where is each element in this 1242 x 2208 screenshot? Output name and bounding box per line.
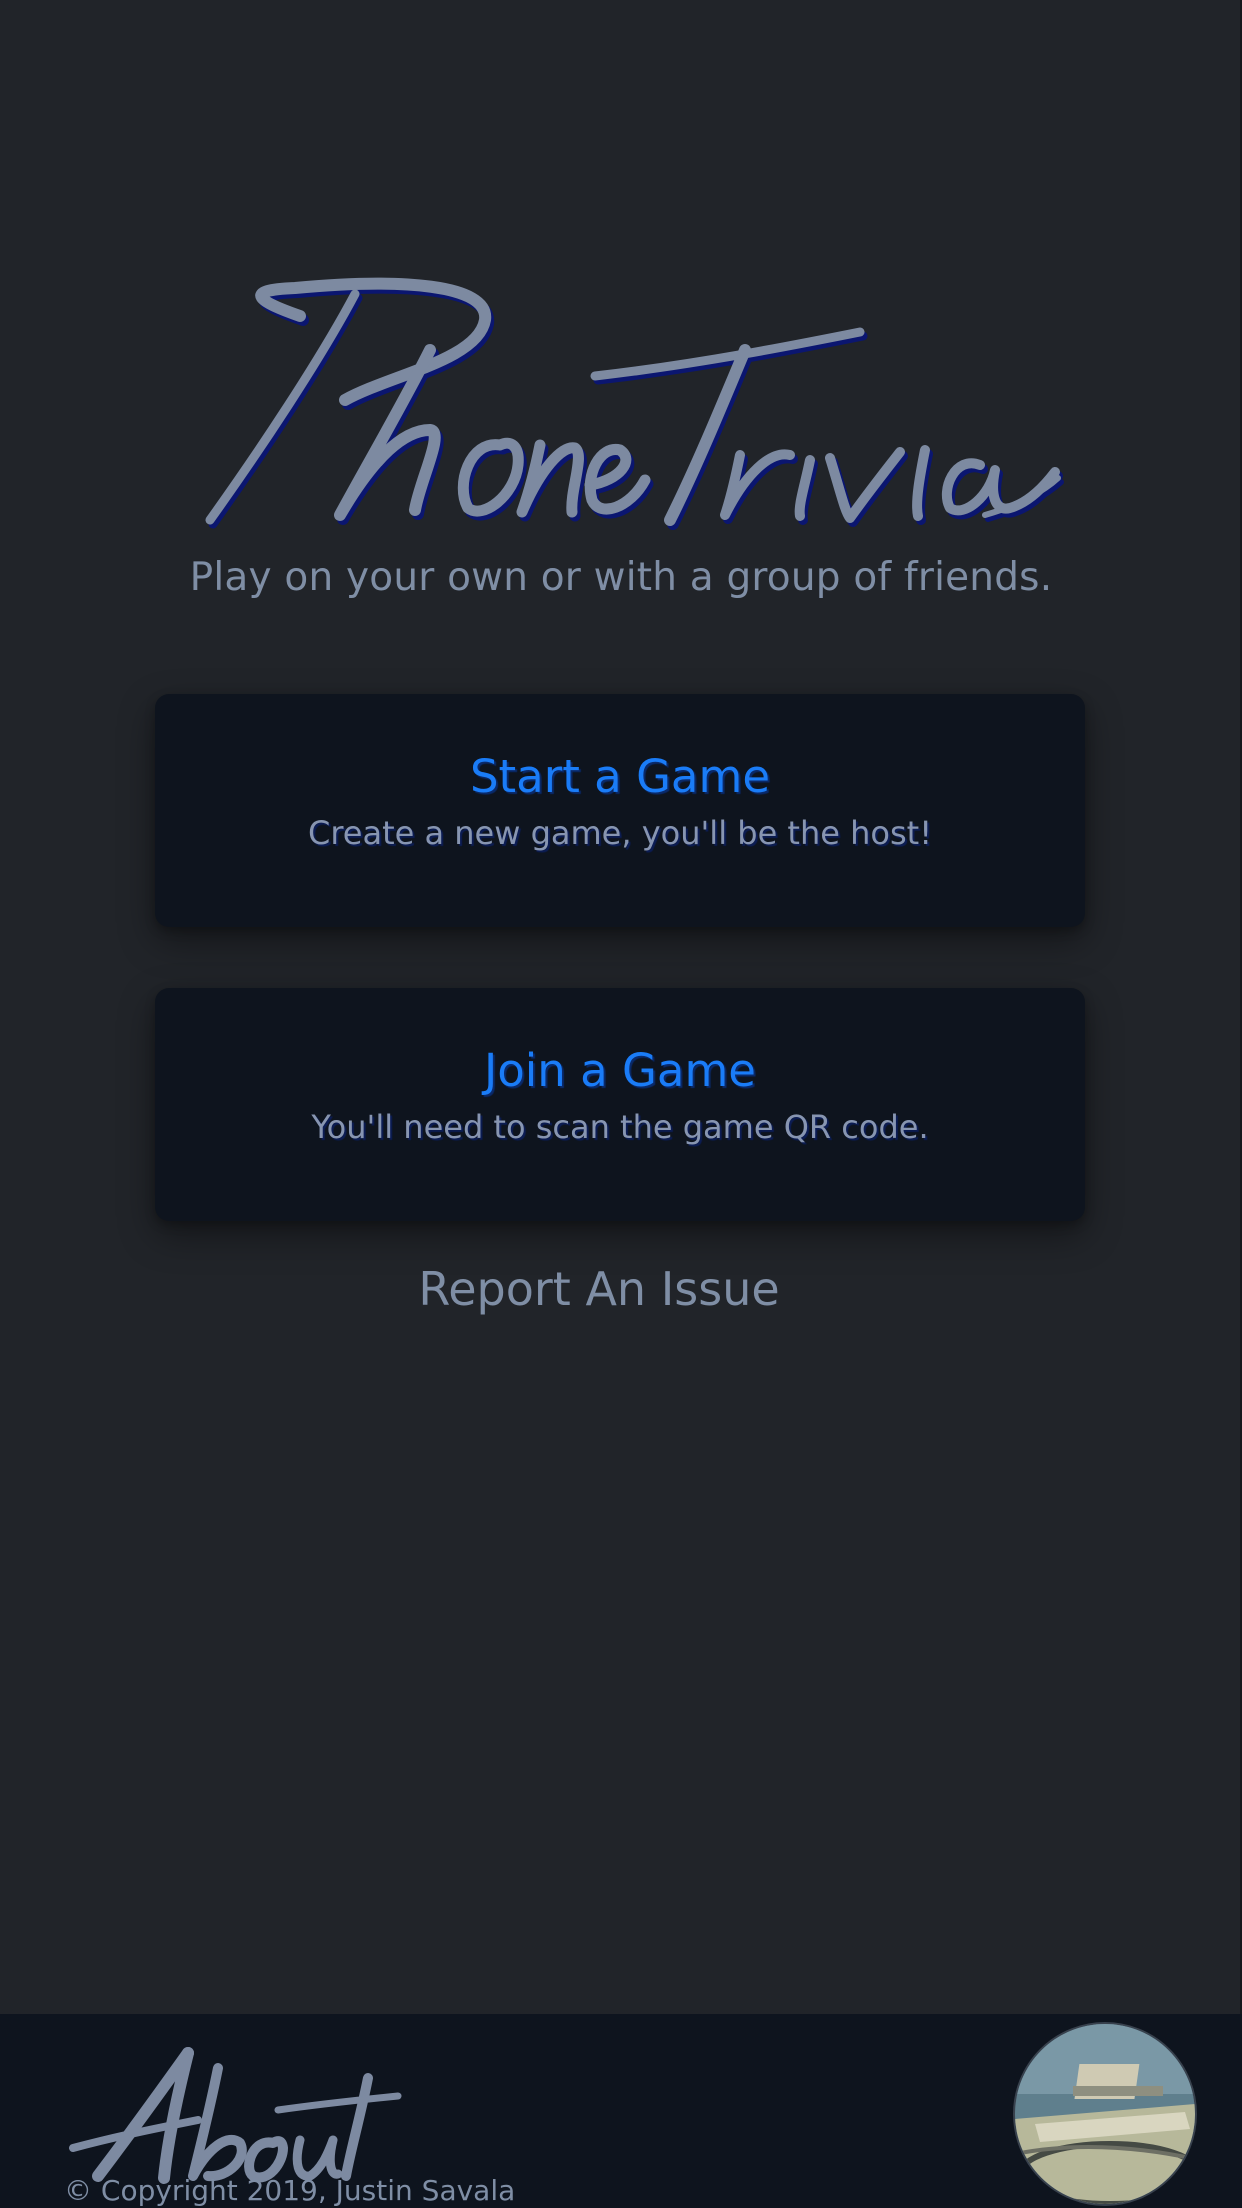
profile-photo-icon — [1015, 2024, 1195, 2204]
join-game-description: You'll need to scan the game QR code. — [311, 1108, 929, 1146]
avatar[interactable] — [1013, 2022, 1197, 2206]
phone-trivia-logo — [200, 280, 1040, 530]
join-game-title: Join a Game — [484, 1044, 756, 1097]
report-issue-link[interactable]: Report An Issue — [0, 1262, 1198, 1316]
about-link[interactable] — [68, 2047, 408, 2188]
home-screen: Play on your own or with a group of frie… — [0, 0, 1242, 2208]
start-game-button[interactable]: Start a Game Create a new game, you'll b… — [155, 694, 1085, 927]
copyright-text: © Copyright 2019, Justin Savala — [64, 2174, 516, 2207]
start-game-title: Start a Game — [469, 750, 771, 803]
join-game-button[interactable]: Join a Game You'll need to scan the game… — [155, 988, 1085, 1221]
tagline: Play on your own or with a group of frie… — [189, 555, 1053, 600]
start-game-description: Create a new game, you'll be the host! — [307, 814, 933, 852]
logo-script-graphic — [200, 280, 1040, 530]
footer: © Copyright 2019, Justin Savala — [0, 2014, 1242, 2208]
about-script-graphic — [69, 2047, 402, 2184]
